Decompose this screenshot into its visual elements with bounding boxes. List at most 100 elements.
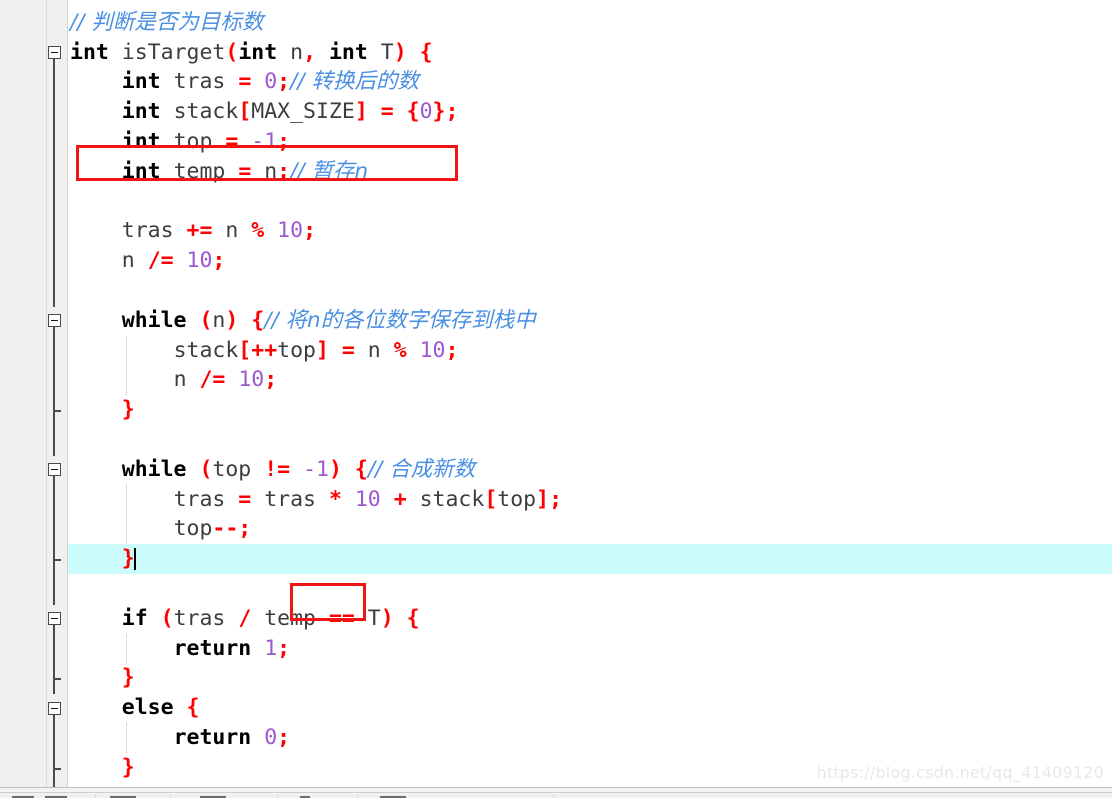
code-line[interactable]: 44 while (top != -1) {// 合成新数 [0, 455, 1112, 485]
fold-guide-line [53, 723, 55, 754]
code-line[interactable]: 45 tras = tras * 10 + stack[top]; [0, 485, 1112, 515]
code-line[interactable]: 32 int stack[MAX_SIZE] = {0}; [0, 97, 1112, 127]
code-line[interactable]: 43 [0, 425, 1112, 455]
line-text[interactable]: tras += n % 10; [70, 216, 316, 246]
token: int [328, 39, 368, 65]
token: 10 [186, 248, 213, 274]
code-line[interactable]: 29// 判断是否为目标数 [0, 8, 1112, 38]
line-text[interactable]: tras = tras * 10 + stack[top]; [70, 485, 562, 515]
code-line[interactable]: 33 int top = -1; [0, 127, 1112, 157]
bottom-toolbar[interactable] [0, 792, 1112, 798]
code-line[interactable]: 42 } [0, 395, 1112, 425]
code-line[interactable]: 28 [0, 0, 1112, 8]
code-line[interactable]: 37 n /= 10; [0, 246, 1112, 276]
code-line[interactable]: 30int isTarget(int n, int T) { [0, 38, 1112, 68]
line-text[interactable]: int tras = 0;// 转换后的数 [70, 67, 419, 97]
fold-collapse-icon[interactable] [48, 701, 61, 715]
token: ; [549, 486, 563, 512]
token: top [173, 129, 213, 154]
token: while [121, 307, 187, 333]
token: * [328, 486, 342, 512]
line-text[interactable]: while (n) {// 将n的各位数字保存到栈中 [70, 306, 536, 336]
token: ++ [251, 337, 278, 363]
line-text[interactable]: } [70, 395, 135, 425]
code-line[interactable]: 34 int temp = n;// 暂存n [0, 157, 1112, 187]
token: ] [315, 337, 329, 363]
line-text[interactable]: int stack[MAX_SIZE] = {0}; [70, 97, 459, 127]
code-line[interactable]: 47 } [0, 544, 1112, 575]
fold-guide-line [53, 633, 55, 665]
code-line[interactable]: 51 } [0, 663, 1112, 693]
code-editor[interactable]: 2829// 判断是否为目标数30int isTarget(int n, int… [0, 0, 1112, 798]
fold-collapse-icon[interactable] [48, 46, 61, 59]
code-line[interactable]: 36 tras += n % 10; [0, 216, 1112, 246]
line-text[interactable]: stack[++top] = n % 10; [70, 336, 459, 366]
code-line[interactable]: 41 n /= 10; [0, 365, 1112, 395]
token: // 将n的各位数字保存到栈中 [264, 307, 536, 333]
line-text[interactable]: } [70, 544, 135, 574]
token: n [367, 337, 381, 363]
token: != [264, 456, 291, 482]
line-text[interactable]: while (top != -1) {// 合成新数 [70, 455, 475, 485]
line-text[interactable]: int top = -1; [70, 127, 290, 157]
code-line[interactable]: 49 if (tras / temp == T) { [0, 604, 1112, 634]
fold-collapse-icon[interactable] [48, 463, 61, 477]
fold-guide-line [53, 752, 55, 769]
code-line[interactable]: 31 int tras = 0;// 转换后的数 [0, 67, 1112, 97]
token: ] [536, 486, 550, 512]
code-content-area[interactable]: 2829// 判断是否为目标数30int isTarget(int n, int… [0, 0, 1112, 798]
fold-guide-line [53, 97, 55, 128]
line-text[interactable]: // 判断是否为目标数 [70, 8, 263, 38]
token: } [121, 754, 135, 780]
fold-guide-line [53, 335, 55, 367]
code-line[interactable]: 46 top--; [0, 514, 1112, 544]
token: [ [238, 99, 252, 125]
token: } [121, 665, 135, 691]
code-line[interactable]: 35 [0, 187, 1112, 217]
code-line[interactable]: 48 [0, 574, 1112, 604]
fold-collapse-icon[interactable] [48, 314, 61, 328]
token: isTarget [121, 39, 226, 65]
fold-guide-line [53, 559, 55, 575]
token: } [121, 397, 135, 423]
token: 10 [419, 337, 446, 363]
line-text[interactable]: else { [70, 693, 200, 723]
token: { [251, 307, 265, 333]
code-line[interactable]: 53 return 0; [0, 723, 1112, 753]
token: n [212, 307, 226, 333]
line-text[interactable]: if (tras / temp == T) { [70, 604, 420, 634]
code-line[interactable]: 39 while (n) {// 将n的各位数字保存到栈中 [0, 306, 1112, 336]
line-text[interactable]: n /= 10; [70, 246, 226, 276]
code-line[interactable]: 50 return 1; [0, 634, 1112, 664]
line-text[interactable]: top--; [70, 514, 252, 544]
code-line[interactable]: 38 [0, 276, 1112, 306]
token: ; [445, 337, 459, 363]
line-text[interactable]: int temp = n;// 暂存n [70, 157, 368, 187]
fold-guide-line [53, 514, 55, 546]
fold-collapse-icon[interactable] [48, 612, 61, 626]
fold-marker-column[interactable] [47, 0, 68, 787]
line-text[interactable]: int isTarget(int n, int T) { [70, 38, 433, 68]
line-text[interactable]: return 1; [70, 634, 291, 664]
line-text[interactable]: n /= 10; [70, 365, 278, 395]
code-line[interactable]: 40 stack[++top] = n % 10; [0, 336, 1112, 366]
line-text[interactable]: return 0; [70, 723, 291, 753]
token: ; [277, 635, 291, 661]
code-line[interactable]: 52 else { [0, 693, 1112, 723]
token: { [406, 99, 420, 125]
line-text[interactable]: } [70, 663, 135, 693]
line-text[interactable]: } [70, 753, 135, 783]
